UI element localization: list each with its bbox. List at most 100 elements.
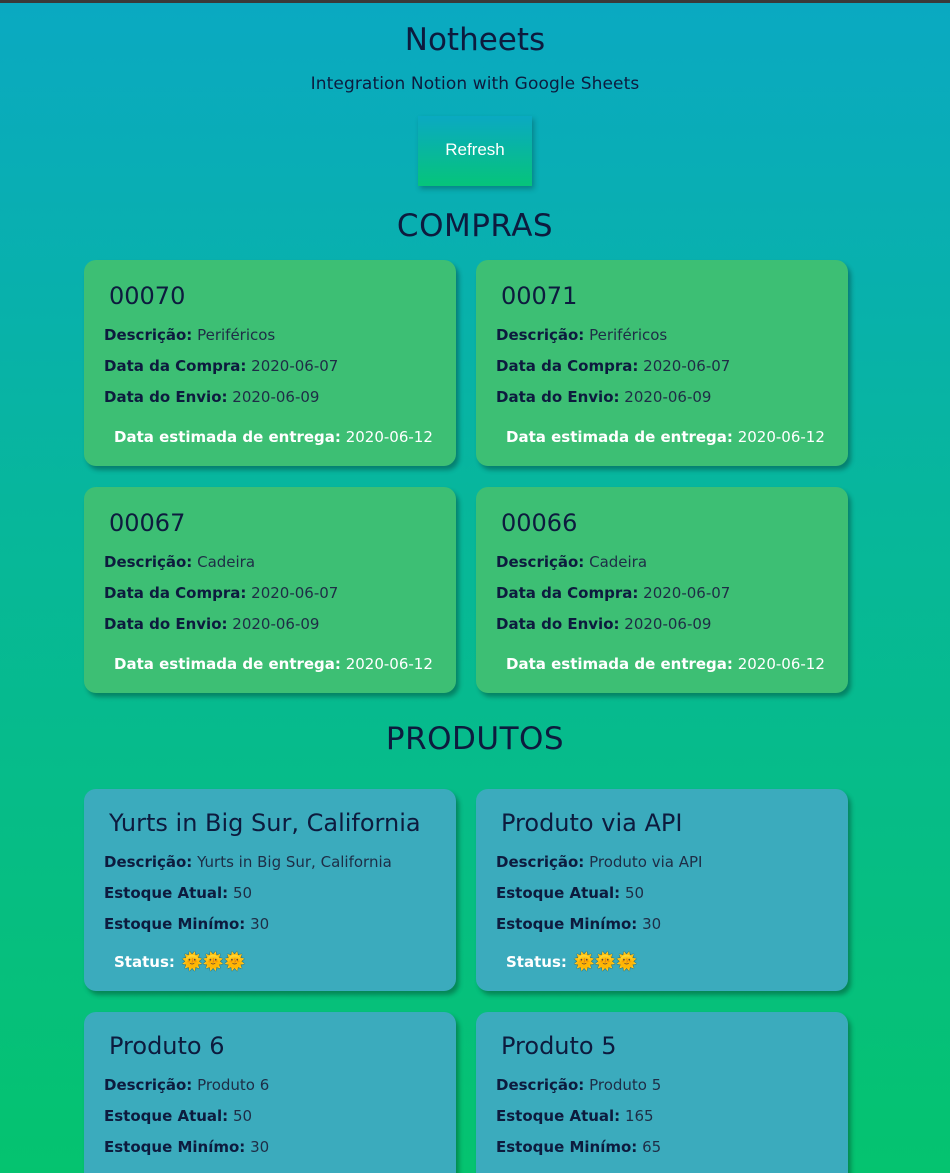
data-compra-label: Data da Compra: (496, 584, 639, 602)
compra-estimate-row: Data estimada de entrega: 2020-06-12 (506, 655, 848, 673)
compra-descricao-row: Descrição: Periféricos (496, 326, 848, 344)
data-entrega-value: 2020-06-12 (737, 655, 825, 673)
app-title: Notheets (404, 22, 546, 58)
estoque-minimo-value: 65 (642, 1138, 662, 1156)
status-label: Status: (506, 953, 567, 971)
produto-status-row: Status: 🌞🌞🌞 (506, 952, 848, 972)
produto-name: Yurts in Big Sur, California (109, 809, 421, 837)
descricao-label: Descrição: (496, 553, 585, 571)
estoque-atual-value: 50 (232, 1107, 253, 1125)
descricao-value: Yurts in Big Sur, California (197, 853, 392, 871)
compra-card: 00066 Descrição: Cadeira Data da Compra:… (476, 487, 848, 693)
refresh-button[interactable]: Refresh (418, 116, 532, 186)
page-header: Notheets Integration Notion with Google … (0, 3, 950, 186)
data-envio-label: Data do Envio: (104, 615, 228, 633)
compra-id: 00070 (109, 282, 186, 310)
data-envio-label: Data do Envio: (496, 388, 620, 406)
produto-estoque-atual-row: Estoque Atual: 165 (496, 1107, 848, 1125)
data-compra-value: 2020-06-07 (251, 584, 339, 602)
compra-data-compra-row: Data da Compra: 2020-06-07 (104, 584, 456, 602)
estoque-minimo-value: 30 (642, 915, 662, 933)
descricao-label: Descrição: (104, 853, 193, 871)
data-entrega-label: Data estimada de entrega: (506, 428, 733, 446)
produto-estoque-minimo-row: Estoque Minímo: 30 (104, 915, 456, 933)
sun-icon: 🌞🌞🌞 (573, 952, 638, 972)
compra-id: 00066 (501, 509, 578, 537)
descricao-value: Cadeira (197, 553, 256, 571)
descricao-value: Produto via API (589, 853, 703, 871)
data-compra-value: 2020-06-07 (643, 357, 731, 375)
compra-descricao-row: Descrição: Cadeira (104, 553, 456, 571)
compra-data-compra-row: Data da Compra: 2020-06-07 (496, 357, 848, 375)
descricao-label: Descrição: (496, 326, 585, 344)
produto-descricao-row: Descrição: Produto via API (496, 853, 848, 871)
section-title-compras: COMPRAS (396, 208, 554, 244)
data-compra-value: 2020-06-07 (643, 584, 731, 602)
estoque-atual-label: Estoque Atual: (104, 884, 229, 902)
data-entrega-label: Data estimada de entrega: (506, 655, 733, 673)
compra-id: 00067 (109, 509, 186, 537)
compras-grid: 00070 Descrição: Periféricos Data da Com… (84, 260, 950, 693)
compra-data-envio-row: Data do Envio: 2020-06-09 (496, 388, 848, 406)
descricao-value: Produto 5 (589, 1076, 662, 1094)
produto-estoque-atual-row: Estoque Atual: 50 (104, 884, 456, 902)
data-entrega-label: Data estimada de entrega: (114, 428, 341, 446)
data-envio-value: 2020-06-09 (624, 615, 712, 633)
compra-data-compra-row: Data da Compra: 2020-06-07 (104, 357, 456, 375)
compra-data-envio-row: Data do Envio: 2020-06-09 (104, 388, 456, 406)
data-compra-label: Data da Compra: (104, 584, 247, 602)
descricao-label: Descrição: (104, 326, 193, 344)
compra-descricao-row: Descrição: Cadeira (496, 553, 848, 571)
estoque-atual-label: Estoque Atual: (496, 884, 621, 902)
produto-name: Produto 5 (501, 1032, 617, 1060)
data-envio-label: Data do Envio: (104, 388, 228, 406)
app-subtitle: Integration Notion with Google Sheets (310, 74, 640, 94)
descricao-label: Descrição: (496, 853, 585, 871)
compra-descricao-row: Descrição: Periféricos (104, 326, 456, 344)
data-envio-label: Data do Envio: (496, 615, 620, 633)
produto-card: Produto 5 Descrição: Produto 5 Estoque A… (476, 1012, 848, 1173)
data-envio-value: 2020-06-09 (232, 615, 320, 633)
produto-descricao-row: Descrição: Produto 5 (496, 1076, 848, 1094)
descricao-label: Descrição: (496, 1076, 585, 1094)
produto-estoque-atual-row: Estoque Atual: 50 (104, 1107, 456, 1125)
section-title-produtos: PRODUTOS (385, 721, 565, 757)
compra-card: 00067 Descrição: Cadeira Data da Compra:… (84, 487, 456, 693)
estoque-atual-value: 50 (232, 884, 253, 902)
sun-icon: 🌞🌞🌞 (181, 952, 246, 972)
produto-estoque-minimo-row: Estoque Minímo: 65 (496, 1138, 848, 1156)
data-envio-value: 2020-06-09 (624, 388, 712, 406)
produto-estoque-minimo-row: Estoque Minímo: 30 (104, 1138, 456, 1156)
produto-estoque-atual-row: Estoque Atual: 50 (496, 884, 848, 902)
compra-data-envio-row: Data do Envio: 2020-06-09 (104, 615, 456, 633)
descricao-value: Periféricos (589, 326, 668, 344)
estoque-atual-value: 50 (624, 884, 645, 902)
produto-status-row: Status: 🌞🌞🌞 (114, 952, 456, 972)
data-entrega-value: 2020-06-12 (737, 428, 825, 446)
estoque-atual-value: 165 (624, 1107, 654, 1125)
produto-card: Produto 6 Descrição: Produto 6 Estoque A… (84, 1012, 456, 1173)
estoque-minimo-label: Estoque Minímo: (104, 1138, 246, 1156)
descricao-value: Cadeira (589, 553, 648, 571)
produto-card: Produto via API Descrição: Produto via A… (476, 789, 848, 991)
compra-id: 00071 (501, 282, 578, 310)
descricao-label: Descrição: (104, 1076, 193, 1094)
produto-name: Produto via API (501, 809, 683, 837)
data-compra-value: 2020-06-07 (251, 357, 339, 375)
descricao-value: Periféricos (197, 326, 276, 344)
estoque-minimo-value: 30 (250, 1138, 270, 1156)
estoque-atual-label: Estoque Atual: (496, 1107, 621, 1125)
compra-estimate-row: Data estimada de entrega: 2020-06-12 (506, 428, 848, 446)
estoque-minimo-label: Estoque Minímo: (104, 915, 246, 933)
produto-name: Produto 6 (109, 1032, 225, 1060)
produto-estoque-minimo-row: Estoque Minímo: 30 (496, 915, 848, 933)
estoque-minimo-label: Estoque Minímo: (496, 1138, 638, 1156)
data-envio-value: 2020-06-09 (232, 388, 320, 406)
descricao-label: Descrição: (104, 553, 193, 571)
produto-card: Yurts in Big Sur, California Descrição: … (84, 789, 456, 991)
compra-card: 00070 Descrição: Periféricos Data da Com… (84, 260, 456, 466)
compra-card: 00071 Descrição: Periféricos Data da Com… (476, 260, 848, 466)
data-compra-label: Data da Compra: (496, 357, 639, 375)
data-entrega-value: 2020-06-12 (345, 428, 433, 446)
compra-estimate-row: Data estimada de entrega: 2020-06-12 (114, 655, 456, 673)
